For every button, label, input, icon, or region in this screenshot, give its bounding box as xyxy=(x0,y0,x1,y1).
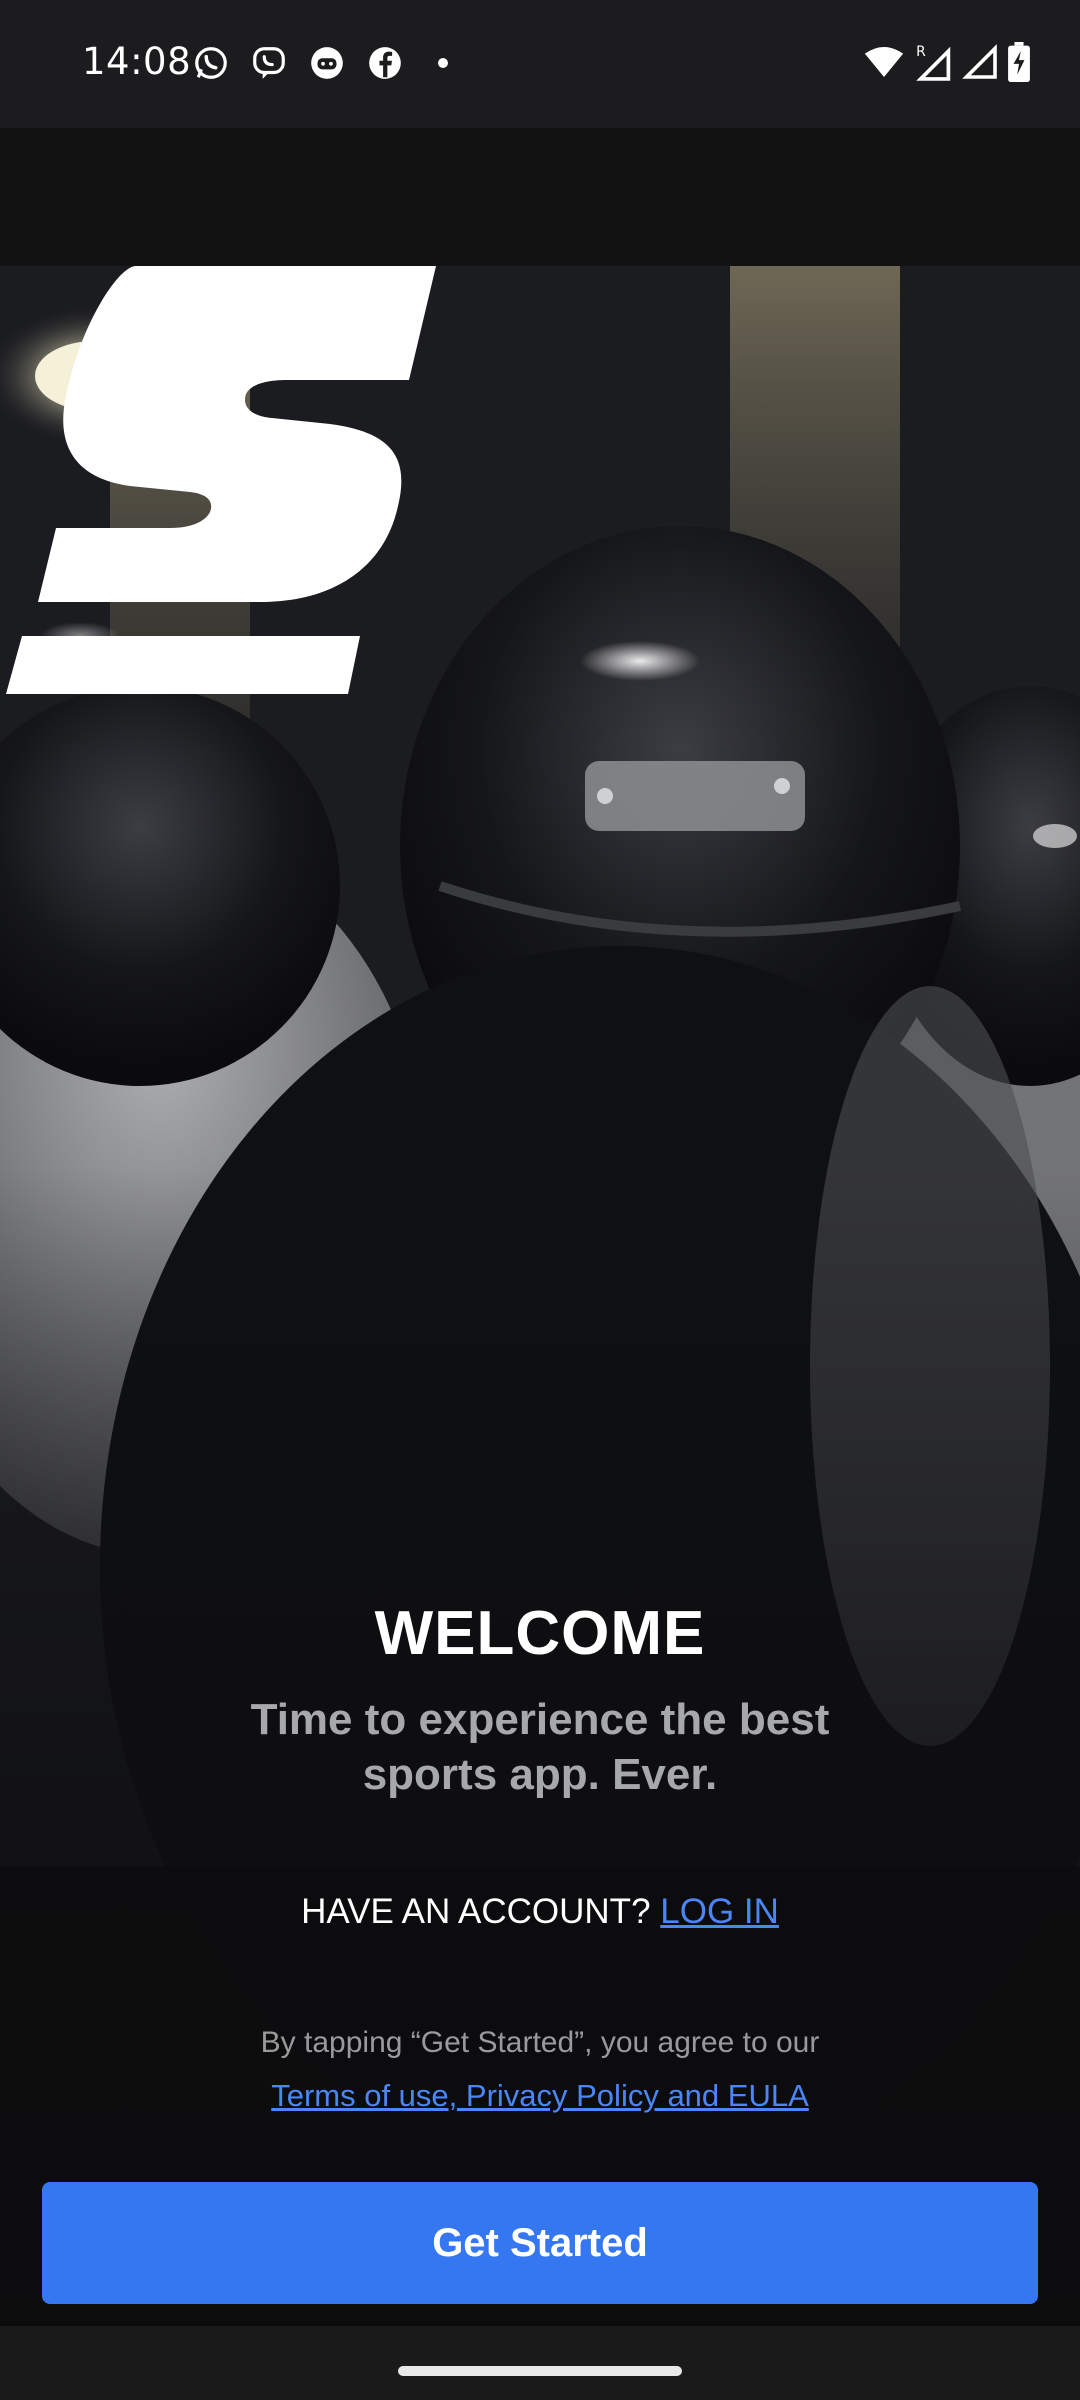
app-logo xyxy=(6,266,436,694)
system-icons: R xyxy=(864,42,1030,82)
legal-notice: By tapping “Get Started”, you agree to o… xyxy=(260,2026,820,2059)
home-gesture-handle[interactable] xyxy=(398,2366,682,2376)
wifi-icon xyxy=(864,47,904,77)
battery-charging-icon xyxy=(1008,42,1030,82)
get-started-button[interactable]: Get Started xyxy=(42,2182,1038,2304)
account-prompt-text: HAVE AN ACCOUNT? xyxy=(301,1892,651,1931)
terms-link[interactable]: Terms of use, Privacy Policy and EULA xyxy=(0,2078,1080,2114)
viber-icon xyxy=(253,47,285,79)
svg-text:R: R xyxy=(916,44,926,60)
status-time: 14:08 xyxy=(82,40,192,83)
hero-background-image xyxy=(0,266,1080,2326)
welcome-tagline: Time to experience the best sports app. … xyxy=(250,1695,830,1799)
login-link[interactable]: LOG IN xyxy=(660,1892,779,1931)
facebook-icon xyxy=(369,47,401,79)
notification-icons xyxy=(192,44,448,82)
welcome-title: WELCOME xyxy=(374,1599,706,1668)
dot-icon xyxy=(438,58,448,68)
app-icon xyxy=(311,47,343,79)
signal-roaming-icon: R xyxy=(916,44,951,81)
status-bar: 14:08 R xyxy=(0,0,1080,128)
whatsapp-icon xyxy=(195,47,227,79)
account-prompt-row: HAVE AN ACCOUNT? LOG IN xyxy=(0,1892,1080,1932)
navigation-bar xyxy=(0,2326,1080,2400)
signal-icon xyxy=(962,44,997,79)
toolbar-spacer xyxy=(0,128,1080,266)
